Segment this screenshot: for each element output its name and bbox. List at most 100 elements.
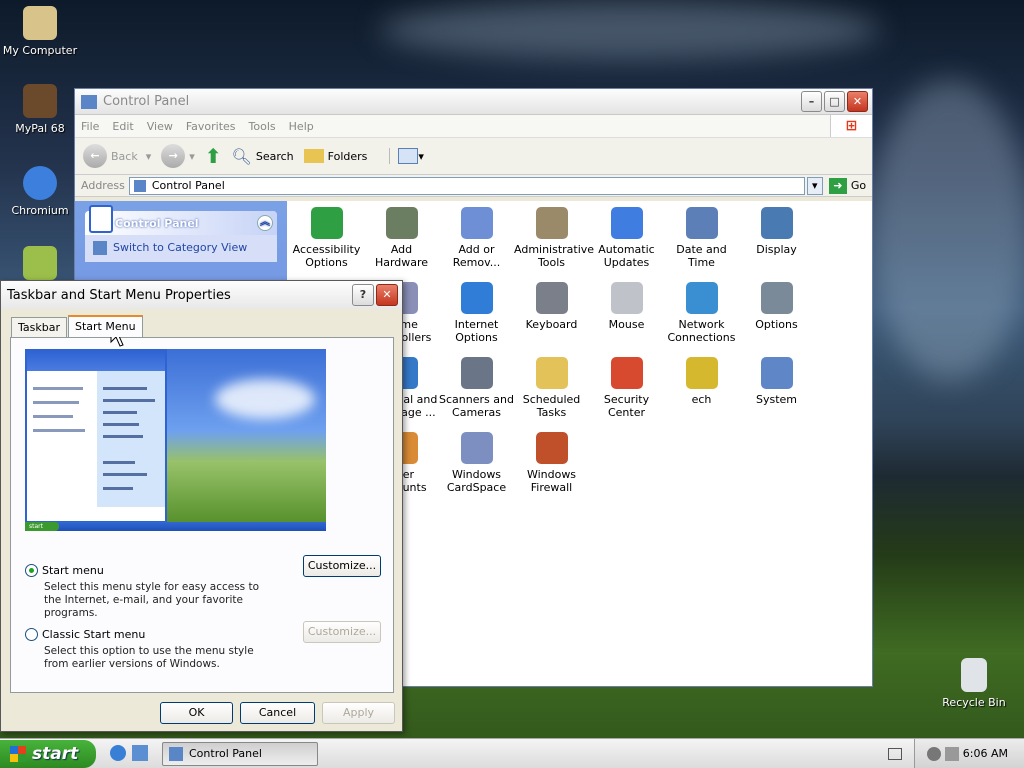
automatic-updates-icon xyxy=(610,207,643,239)
views-icon xyxy=(398,148,419,164)
menu-edit[interactable]: Edit xyxy=(112,120,133,133)
dialog-titlebar[interactable]: Taskbar and Start Menu Properties ? ✕ xyxy=(1,281,402,309)
maximize-button[interactable]: □ xyxy=(824,91,845,112)
menu-file[interactable]: File xyxy=(81,120,99,133)
clock[interactable]: 6:06 AM xyxy=(963,747,1008,760)
keyboard-tray-icon[interactable] xyxy=(888,748,902,760)
taskbar-cp-icon xyxy=(169,747,183,761)
network-tray-icon[interactable] xyxy=(927,747,941,761)
collapse-chevron-icon[interactable]: ︽ xyxy=(257,215,273,231)
cp-item-label: Scanners and Cameras xyxy=(439,393,514,419)
start-button[interactable]: start xyxy=(0,740,96,768)
cp-item-automatic-updates[interactable]: Automatic Updates xyxy=(589,207,664,269)
checklist-icon xyxy=(89,205,113,233)
quicklaunch-desktop-icon[interactable] xyxy=(132,745,148,761)
cp-item-keyboard[interactable]: Keyboard xyxy=(514,282,589,331)
cp-item-label: Keyboard xyxy=(525,318,578,331)
minimize-button[interactable]: – xyxy=(801,91,822,112)
desktop-icon-mypal[interactable]: MyPal 68 xyxy=(0,84,80,135)
start-menu-radio-dot xyxy=(25,564,38,577)
cp-item-add-remove-programs[interactable]: Add or Remov... xyxy=(439,207,514,269)
address-dropdown-button[interactable]: ▾ xyxy=(806,176,823,195)
go-button[interactable]: ➜ Go xyxy=(828,177,866,194)
customize-start-menu-button[interactable]: Customize... xyxy=(303,555,381,577)
display-icon xyxy=(760,207,793,239)
start-menu-radio[interactable]: Start menu xyxy=(25,564,104,577)
cp-item-scheduled-tasks[interactable]: Scheduled Tasks xyxy=(514,357,589,419)
address-input[interactable]: Control Panel xyxy=(128,176,805,195)
mypal-icon xyxy=(23,84,57,118)
cancel-button[interactable]: Cancel xyxy=(240,702,315,724)
cp-item-administrative-tools[interactable]: Administrative Tools xyxy=(514,207,594,269)
cp-item-label: Administrative Tools xyxy=(514,243,595,269)
taskbar-item-control-panel[interactable]: Control Panel xyxy=(162,742,318,766)
cp-item-label: Add or Remov... xyxy=(452,243,501,269)
search-button[interactable]: 🔍︎ Search xyxy=(232,147,294,166)
classic-start-menu-description: Select this option to use the menu style… xyxy=(44,645,254,670)
dialog-close-button[interactable]: ✕ xyxy=(376,284,398,306)
quicklaunch-ie-icon[interactable] xyxy=(110,745,126,761)
menu-favorites[interactable]: Favorites xyxy=(186,120,236,133)
cp-item-mouse[interactable]: Mouse xyxy=(589,282,664,331)
apply-button[interactable]: Apply xyxy=(322,702,395,724)
address-cp-icon xyxy=(133,179,146,192)
dialog-tabs: Taskbar Start Menu xyxy=(11,315,144,337)
up-folder-button[interactable]: ⬆ xyxy=(205,144,222,168)
views-button[interactable]: ▾ xyxy=(389,148,424,164)
mouse-icon xyxy=(610,282,643,314)
switch-category-view-link[interactable]: Switch to Category View xyxy=(85,235,277,262)
cp-item-date-time[interactable]: Date and Time xyxy=(664,207,739,269)
notepadpp-icon xyxy=(23,246,57,280)
tab-taskbar[interactable]: Taskbar xyxy=(11,317,67,337)
desktop-icon-notepadpp[interactable] xyxy=(0,246,80,284)
control-panel-icon xyxy=(81,94,97,109)
go-arrow-icon: ➜ xyxy=(828,177,847,194)
windows-flag-icon xyxy=(10,746,26,762)
cp-item-speech[interactable]: ech xyxy=(664,357,739,406)
back-button[interactable]: ← Back ▾ xyxy=(83,144,151,168)
start-menu-tab-pane: start Start menu Select this menu style … xyxy=(10,337,394,693)
cp-item-label: ech xyxy=(691,393,712,406)
desktop-icon-chromium[interactable]: Chromium xyxy=(0,166,80,217)
cp-item-system[interactable]: System xyxy=(739,357,814,406)
power-options-icon xyxy=(760,282,793,314)
menu-view[interactable]: View xyxy=(147,120,173,133)
forward-button[interactable]: → ▾ xyxy=(161,144,195,168)
cp-item-scanners-cameras[interactable]: Scanners and Cameras xyxy=(439,357,514,419)
scanners-cameras-icon xyxy=(460,357,493,389)
tab-start-menu[interactable]: Start Menu xyxy=(68,315,143,337)
cp-item-cardspace[interactable]: Windows CardSpace xyxy=(439,432,514,494)
classic-start-menu-radio[interactable]: Classic Start menu xyxy=(25,628,145,641)
cp-item-network-connections[interactable]: Network Connections xyxy=(664,282,739,344)
cp-item-display[interactable]: Display xyxy=(739,207,814,256)
desktop-icon-my-computer[interactable]: My Computer xyxy=(0,6,80,57)
help-button[interactable]: ? xyxy=(352,284,374,306)
cp-item-internet-options[interactable]: Internet Options xyxy=(439,282,514,344)
side-panel-header[interactable]: Control Panel ︽ xyxy=(85,205,277,235)
menu-help[interactable]: Help xyxy=(289,120,314,133)
close-button[interactable]: ✕ xyxy=(847,91,868,112)
folders-icon xyxy=(303,149,324,163)
menu-tools[interactable]: Tools xyxy=(249,120,276,133)
preview-start-menu xyxy=(25,349,167,523)
recycle-bin-icon xyxy=(961,658,987,692)
cp-item-security-center[interactable]: Security Center xyxy=(589,357,664,419)
customize-classic-button[interactable]: Customize... xyxy=(303,621,381,643)
cp-item-label: Security Center xyxy=(603,393,650,419)
accessibility-icon xyxy=(310,207,343,239)
cp-item-accessibility[interactable]: Accessibility Options xyxy=(289,207,364,269)
cp-item-windows-firewall[interactable]: Windows Firewall xyxy=(514,432,589,494)
ok-button[interactable]: OK xyxy=(160,702,233,724)
chromium-icon xyxy=(23,166,57,200)
taskbar-start-menu-properties-dialog: Taskbar and Start Menu Properties ? ✕ Ta… xyxy=(0,280,403,732)
cp-item-label: Add Hardware xyxy=(374,243,429,269)
cp-item-add-hardware[interactable]: Add Hardware xyxy=(364,207,439,269)
control-panel-titlebar[interactable]: Control Panel – □ ✕ xyxy=(75,89,872,115)
date-time-icon xyxy=(685,207,718,239)
desktop-icon-recycle-bin[interactable]: Recycle Bin xyxy=(934,658,1014,709)
cp-item-label: Network Connections xyxy=(667,318,736,344)
folders-button[interactable]: Folders xyxy=(303,149,367,163)
cp-item-label: Date and Time xyxy=(676,243,727,269)
volume-tray-icon[interactable] xyxy=(945,747,959,761)
cp-item-power-options[interactable]: Options xyxy=(739,282,814,331)
